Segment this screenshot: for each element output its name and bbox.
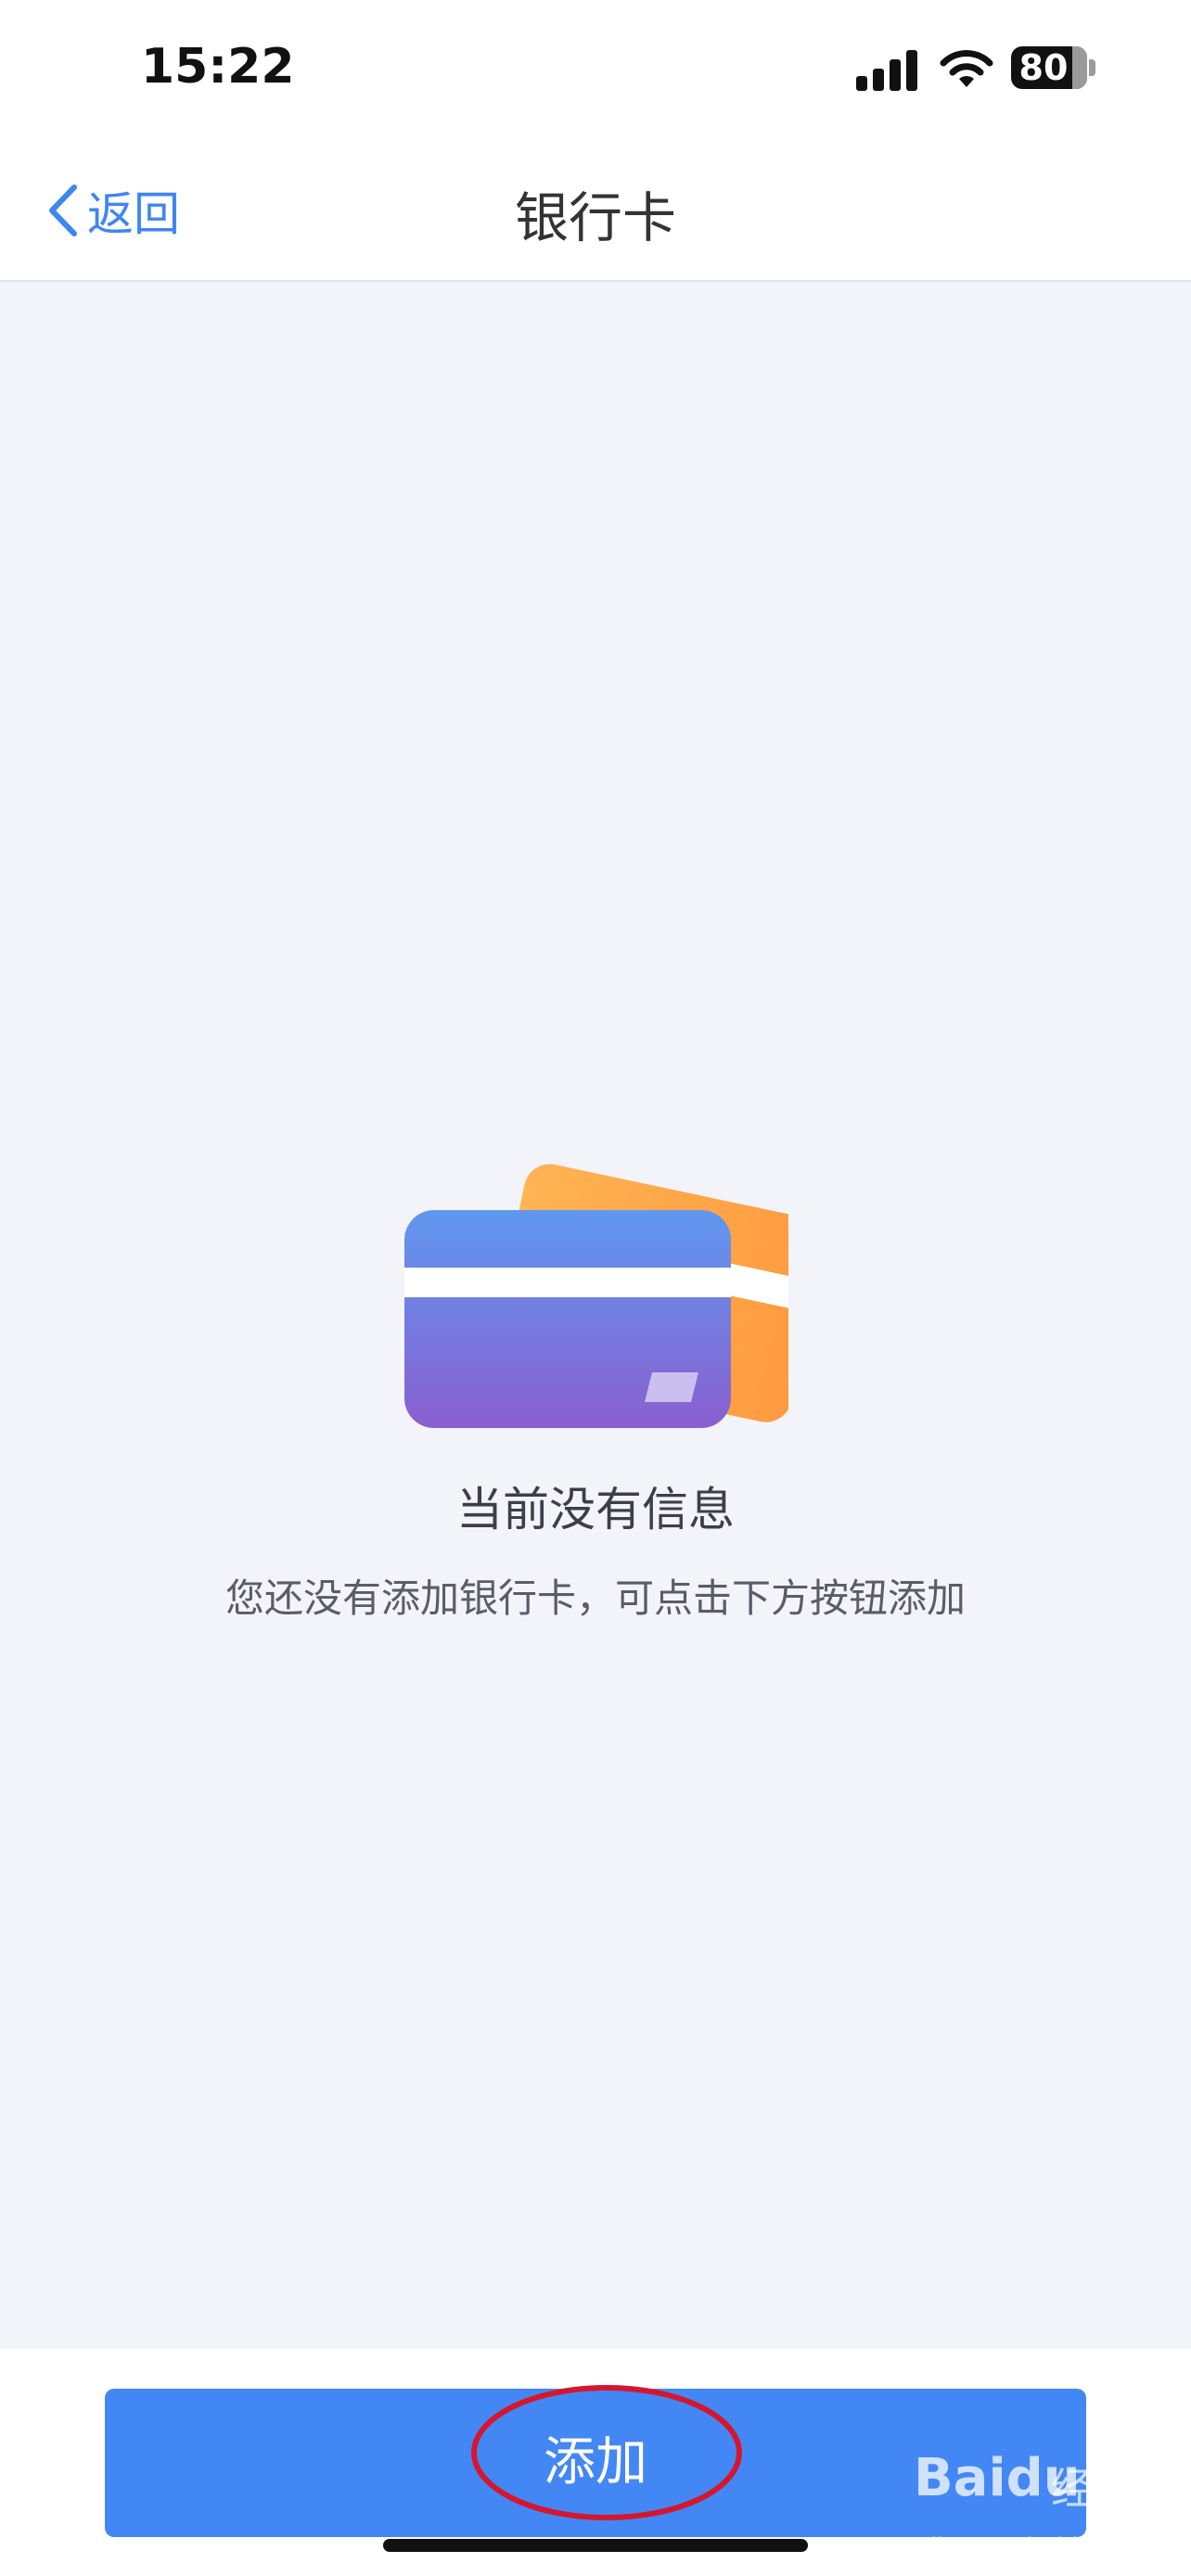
page-title: 银行卡	[514, 186, 676, 249]
cellular-signal-icon	[856, 50, 917, 91]
bank-card-illustration	[404, 1164, 788, 1428]
wifi-icon	[940, 50, 993, 87]
baidu-jingyan-watermark: Baidu 经验 jingyan.baidu.com	[914, 2448, 1183, 2576]
battery-icon: 80	[1011, 46, 1096, 89]
annotation-circle	[471, 2385, 742, 2520]
empty-state-description: 您还没有添加银行卡，可点击下方按钮添加	[224, 1575, 966, 1621]
status-bar: 15:22 80	[0, 0, 1191, 139]
empty-state-title: 当前没有信息	[456, 1483, 735, 1537]
status-time: 15:22	[141, 39, 295, 95]
home-indicator	[383, 2539, 808, 2552]
battery-level: 80	[1018, 47, 1069, 88]
navigation-bar: 返回 银行卡	[0, 139, 1191, 282]
watermark-label: 经验	[1051, 2464, 1136, 2514]
watermark-url: jingyan.baidu.com	[930, 2533, 1153, 2561]
